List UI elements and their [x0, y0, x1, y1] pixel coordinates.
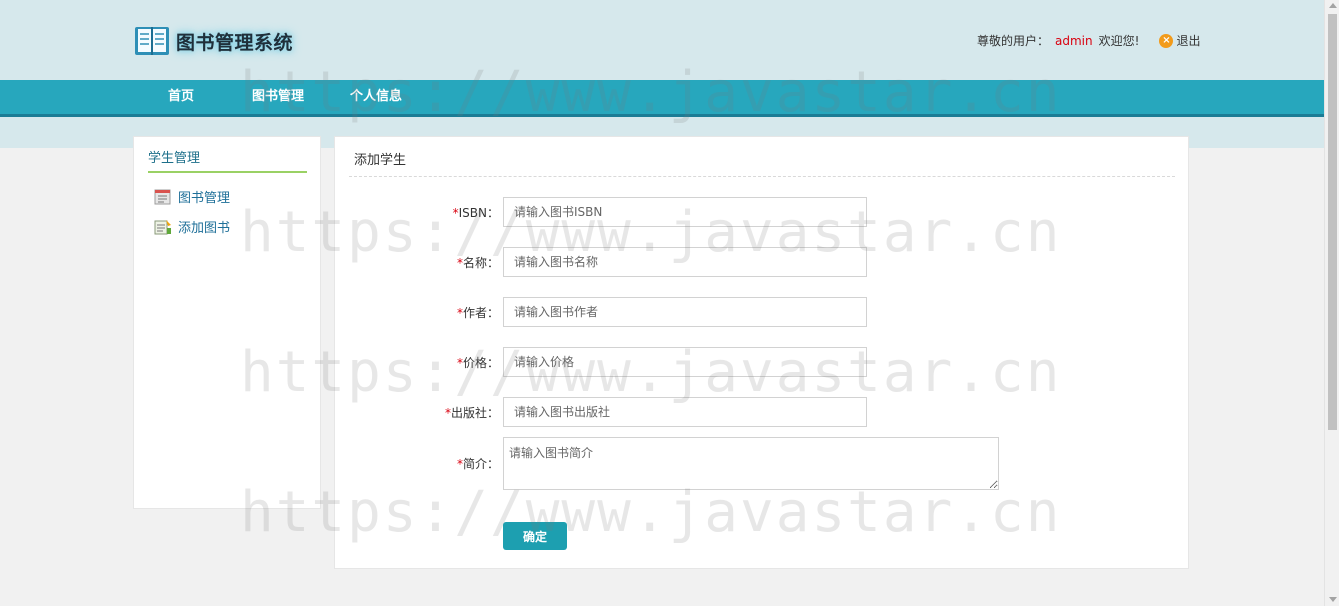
close-circle-icon: ×: [1159, 33, 1174, 48]
field-label: *ISBN：: [453, 204, 499, 221]
form-row-description: *简介：: [335, 437, 1190, 490]
open-book-icon: [135, 27, 169, 55]
sidebar-item-book-management[interactable]: 图书管理: [154, 187, 230, 206]
sidebar-item-label: 图书管理: [178, 191, 231, 206]
scroll-thumb[interactable]: [1328, 14, 1337, 430]
page-title: 添加学生: [354, 153, 407, 168]
nav-item-home[interactable]: 首页: [168, 80, 194, 114]
field-label-text: 出版社：: [450, 406, 499, 420]
author-input[interactable]: [503, 297, 867, 327]
field-label: *价格：: [457, 354, 499, 371]
add-book-icon: [154, 219, 171, 234]
sidebar-title: 学生管理: [148, 147, 307, 173]
field-label: *简介：: [457, 455, 499, 472]
form-row-publisher: *出版社：: [335, 397, 1190, 427]
publisher-input[interactable]: [503, 397, 867, 427]
form-row-isbn: *ISBN：: [335, 197, 1190, 227]
sidebar: 学生管理 图书管理 添加图书: [133, 136, 321, 509]
logo[interactable]: 图书管理系统: [134, 24, 293, 58]
submit-button[interactable]: 确定: [503, 522, 567, 550]
nav-item-profile[interactable]: 个人信息: [350, 80, 402, 114]
sidebar-item-add-book[interactable]: 添加图书: [154, 217, 230, 236]
greeting-prefix: 尊敬的用户：: [977, 34, 1050, 48]
greeting-suffix: 欢迎您!: [1098, 34, 1140, 48]
field-label-text: 简介：: [462, 457, 499, 471]
field-label: *名称：: [457, 254, 499, 271]
field-label: *作者：: [457, 304, 499, 321]
title-divider: [349, 176, 1175, 177]
field-label-text: 名称：: [462, 256, 499, 270]
book-list-icon: [154, 189, 171, 204]
scroll-down-arrow-icon[interactable]: [1329, 597, 1337, 602]
field-label-text: 价格：: [462, 356, 499, 370]
description-textarea[interactable]: [503, 437, 999, 490]
header-band: 图书管理系统 尊敬的用户： admin 欢迎您! × 退出: [0, 0, 1324, 148]
sidebar-item-label: 添加图书: [178, 221, 231, 236]
logout-label: 退出: [1176, 34, 1201, 48]
isbn-input[interactable]: [503, 197, 867, 227]
app-title: 图书管理系统: [176, 31, 294, 54]
user-bar: 尊敬的用户： admin 欢迎您! × 退出: [977, 32, 1200, 49]
form-row-author: *作者：: [335, 297, 1190, 327]
field-label: *出版社：: [445, 404, 499, 421]
field-label-text: ISBN：: [458, 206, 499, 220]
form-row-price: *价格：: [335, 347, 1190, 377]
field-label-text: 作者：: [462, 306, 499, 320]
nav-item-book-management[interactable]: 图书管理: [252, 80, 304, 114]
main-panel: 添加学生 *ISBN： *名称： *作者： *价格： *出版社： *简介： 确定: [334, 136, 1189, 569]
form-row-name: *名称：: [335, 247, 1190, 277]
scroll-up-arrow-icon[interactable]: [1329, 3, 1337, 8]
main-nav: 首页 图书管理 个人信息: [0, 80, 1324, 117]
username[interactable]: admin: [1055, 34, 1093, 48]
logout-link[interactable]: × 退出: [1159, 32, 1200, 49]
name-input[interactable]: [503, 247, 867, 277]
price-input[interactable]: [503, 347, 867, 377]
vertical-scrollbar[interactable]: [1324, 0, 1339, 606]
